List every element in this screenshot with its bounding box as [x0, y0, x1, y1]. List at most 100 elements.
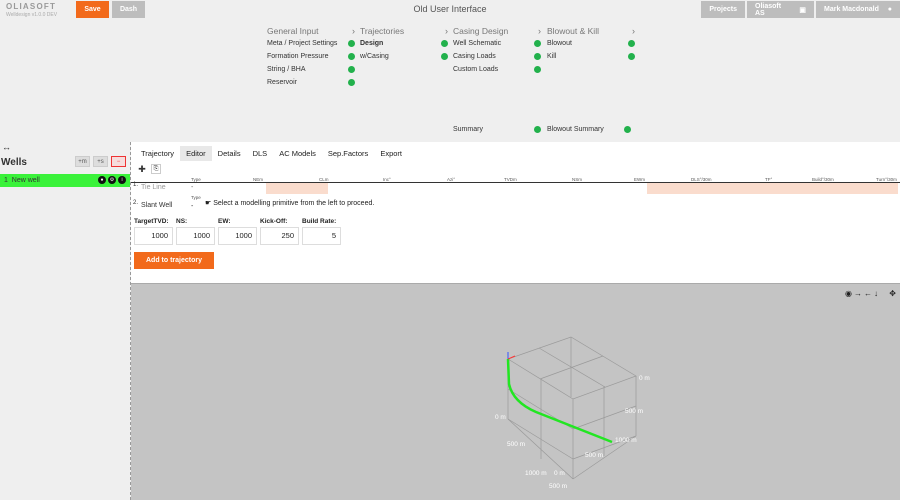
add-row-icon[interactable]: ✚ — [137, 164, 147, 174]
tab-sep-factors[interactable]: Sep.Factors — [322, 146, 374, 161]
col-ew: EWm — [634, 177, 645, 182]
workflow-item-label: w/Casing — [360, 53, 389, 60]
axis-label: 0 m — [495, 414, 506, 421]
tie-line-label: Tie Line — [141, 184, 166, 191]
chevron-right-icon: › — [352, 25, 355, 36]
ns-input[interactable]: 1000 — [176, 227, 215, 245]
workflow-item-label: Meta / Project Settings — [267, 40, 338, 47]
user-button[interactable]: Mark Macdonald ● — [816, 1, 900, 18]
workflow-item-design[interactable]: Design — [360, 37, 448, 50]
well-list-item[interactable]: 1 New well ● ⚙ i — [0, 174, 130, 187]
projects-button[interactable]: Projects — [701, 1, 745, 18]
axis-label: 500 m — [507, 441, 525, 448]
workflow-item-well-schematic[interactable]: Well Schematic — [453, 37, 541, 50]
workflow-item-casing-loads[interactable]: Casing Loads — [453, 50, 541, 63]
x-axis — [507, 355, 516, 360]
axis-label: 500 m — [585, 452, 603, 459]
wells-panel: ↔ Wells +m +s − — [0, 142, 131, 500]
col-dls: DLS°/30m — [691, 177, 712, 182]
workflow-item-meta[interactable]: Meta / Project Settings — [267, 37, 355, 50]
tie-line-type: - — [191, 184, 194, 191]
trajectory-editor-panel: Trajectory Editor Details DLS AC Models … — [131, 142, 900, 283]
tab-details[interactable]: Details — [212, 146, 247, 161]
workflow-header[interactable]: Casing Design › — [453, 24, 541, 37]
param-label: Kick-Off: — [260, 218, 288, 225]
tab-editor[interactable]: Editor — [180, 146, 212, 161]
workflow-title: General Input — [267, 25, 319, 36]
workflow-general-input: General Input › Meta / Project Settings F… — [267, 24, 355, 89]
col-inc: Inc° — [383, 177, 391, 182]
workflow-item-kill[interactable]: Kill — [547, 50, 635, 63]
kick-off-input[interactable]: 250 — [260, 227, 299, 245]
pointer-hint: ☛ Select a modelling primitive from the … — [205, 199, 374, 207]
chevron-right-icon: › — [445, 25, 448, 36]
param-kick-off: Kick-Off: 250 — [260, 218, 299, 245]
col-type: Type — [191, 177, 201, 182]
param-target-tvd: TargetTVD: 1000 — [134, 218, 173, 245]
add-to-trajectory-button[interactable]: Add to trajectory — [134, 252, 214, 269]
hand-pointer-icon: ☛ — [205, 200, 212, 207]
workflow-item-blowout[interactable]: Blowout — [547, 37, 635, 50]
workflow-item-string-bha[interactable]: String / BHA — [267, 63, 355, 76]
workflow-header[interactable]: Trajectories › — [360, 24, 448, 37]
workflow-item-label: Kill — [547, 53, 557, 60]
slant-well-label: Slant Well — [141, 202, 173, 209]
workflow-item-reservoir[interactable]: Reservoir — [267, 76, 355, 89]
remove-well-button[interactable]: − — [111, 156, 126, 167]
col-ne: NEm — [253, 177, 263, 182]
add-main-well-button[interactable]: +m — [75, 156, 90, 167]
copy-icon[interactable]: ⎘ — [151, 164, 161, 174]
tab-ac-models[interactable]: AC Models — [273, 146, 322, 161]
status-dot — [628, 40, 635, 47]
workflow-item-label: Reservoir — [267, 79, 297, 86]
slant-well-type-select[interactable]: - — [191, 203, 193, 210]
grid-cell[interactable] — [647, 183, 898, 194]
workflow-item-label: Blowout Summary — [547, 126, 604, 133]
workflow-trajectories: Trajectories › Design w/Casing — [360, 24, 448, 63]
tab-dls[interactable]: DLS — [247, 146, 274, 161]
status-dot — [441, 53, 448, 60]
row-number: 1. — [133, 182, 139, 188]
workflow-item-blowout-summary[interactable]: Blowout Summary — [547, 123, 631, 136]
workflow-item-w-casing[interactable]: w/Casing — [360, 50, 448, 63]
target-tvd-input[interactable]: 1000 — [134, 227, 173, 245]
eye-icon[interactable]: ● — [98, 176, 106, 184]
col-build: Build°/30m — [812, 177, 834, 182]
company-button[interactable]: Oliasoft AS ▣ — [747, 1, 814, 18]
workflow-item-formation-pressure[interactable]: Formation Pressure — [267, 50, 355, 63]
param-ns: NS: 1000 — [176, 218, 215, 245]
row-number: 2. — [133, 200, 139, 206]
workflow-header[interactable]: Blowout & Kill › — [547, 24, 635, 37]
wells-title: Wells — [1, 157, 27, 168]
add-sidetrack-button[interactable]: +s — [93, 156, 108, 167]
info-icon[interactable]: i — [118, 176, 126, 184]
axis-label: 0 m — [639, 375, 650, 382]
param-label: EW: — [218, 218, 231, 225]
trajectory-3d-view[interactable]: ◉ → ← ↓ ✥ 0 m 500 m 1000 m 0 m 500 m 500… — [131, 283, 900, 500]
param-build-rate: Build Rate: 5 — [302, 218, 341, 245]
build-rate-input[interactable]: 5 — [302, 227, 341, 245]
status-dot — [628, 53, 635, 60]
workflow-item-summary[interactable]: Summary — [453, 123, 541, 136]
chevron-right-icon: › — [538, 25, 541, 36]
workflow-item-label: Custom Loads — [453, 66, 499, 73]
status-dot — [348, 79, 355, 86]
settings-icon[interactable]: ⚙ — [108, 176, 116, 184]
resize-horizontal-icon[interactable]: ↔ — [2, 142, 11, 152]
tab-trajectory[interactable]: Trajectory — [135, 146, 180, 161]
col-azi: Azi° — [447, 177, 456, 182]
grid-cell[interactable] — [266, 183, 328, 194]
company-icon: ▣ — [799, 6, 806, 14]
workflow-item-custom-loads[interactable]: Custom Loads — [453, 63, 541, 76]
well-index: 1 — [4, 177, 8, 184]
status-dot — [534, 53, 541, 60]
workflow-casing-design: Casing Design › Well Schematic Casing Loa… — [453, 24, 541, 133]
status-dot — [534, 66, 541, 73]
tab-export[interactable]: Export — [374, 146, 408, 161]
ew-input[interactable]: 1000 — [218, 227, 257, 245]
workflow-header[interactable]: General Input › — [267, 24, 355, 37]
col-cl: CLm — [319, 177, 329, 182]
user-label: Mark Macdonald — [824, 6, 879, 13]
editor-toolbar: ✚ ⎘ — [137, 164, 161, 174]
type-label: Type — [191, 195, 201, 200]
